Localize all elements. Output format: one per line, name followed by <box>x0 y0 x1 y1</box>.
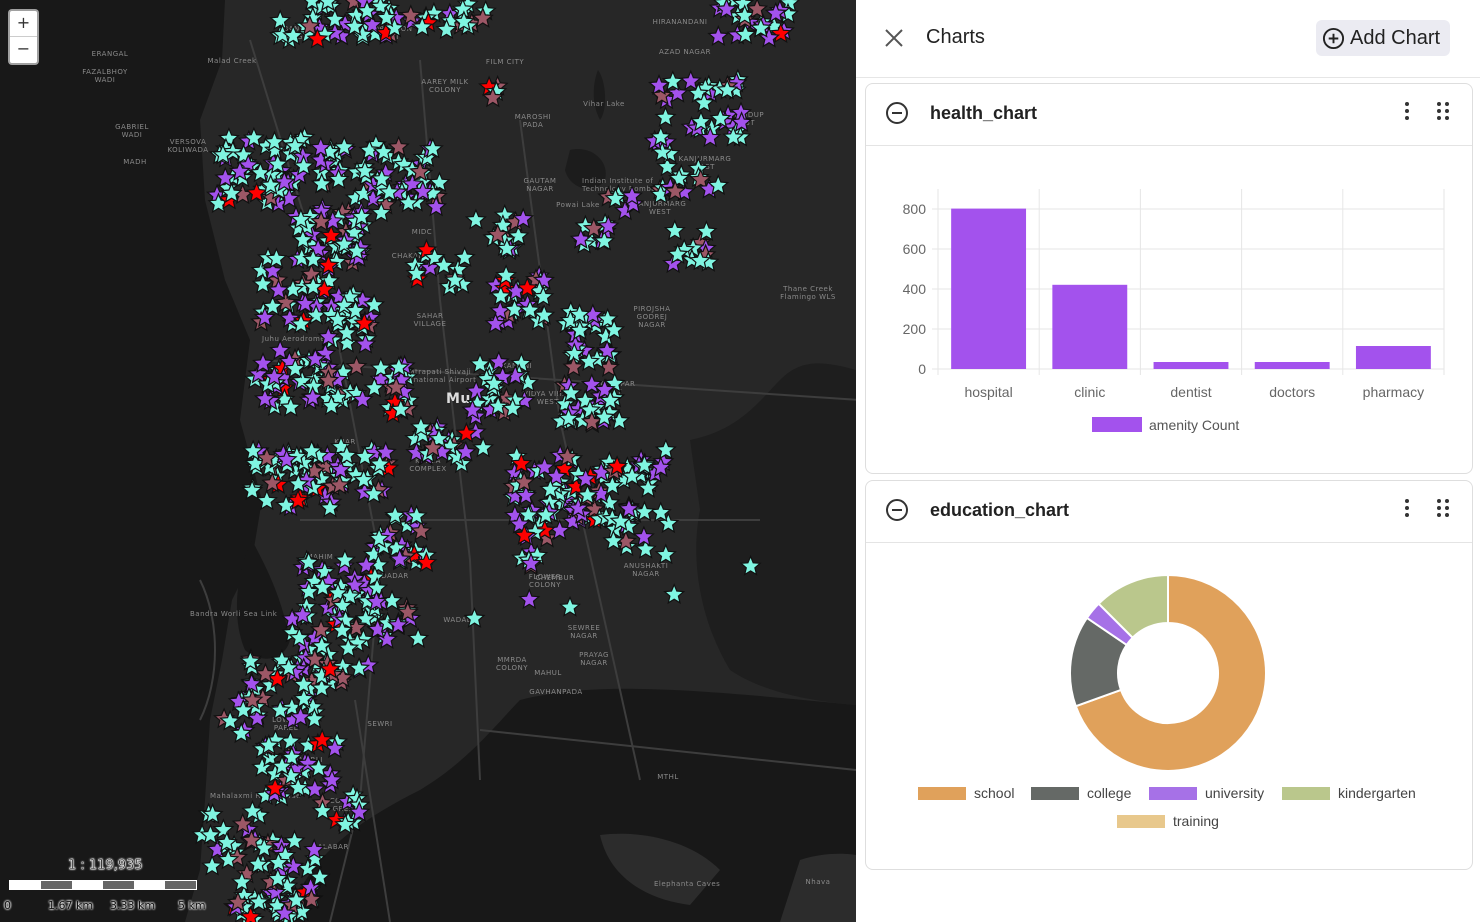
minus-circle-icon[interactable] <box>885 101 909 125</box>
chart-card-health: health_chart 0 200 400 600 800 hospital clinic… <box>865 83 1473 474</box>
teal-star-marker[interactable] <box>559 595 582 617</box>
bar-pharmacy <box>1355 346 1431 369</box>
scale-tick: 1.67 km <box>48 899 94 912</box>
teal-star-marker[interactable] <box>255 489 278 511</box>
x-tick-label: clinic <box>1074 384 1105 400</box>
minus-circle-icon[interactable] <box>885 498 909 522</box>
legend-label: school <box>974 785 1014 801</box>
teal-star-marker[interactable] <box>654 543 677 565</box>
teal-star-marker[interactable] <box>283 829 306 851</box>
teal-star-marker[interactable] <box>463 607 486 628</box>
card-title: health_chart <box>930 103 1038 123</box>
map-view[interactable]: BANGUR NAGARGOREGAON EASTERANGALFAZALBHO… <box>0 0 856 922</box>
teal-star-marker[interactable] <box>663 583 686 605</box>
card-title: education_chart <box>930 500 1070 520</box>
teal-star-marker[interactable] <box>739 554 762 576</box>
teal-star-marker[interactable] <box>654 106 677 127</box>
x-tick-label: hospital <box>964 384 1012 400</box>
chart-card-education: education_chart school college university k… <box>865 480 1473 870</box>
legend-swatch <box>1117 815 1165 828</box>
zoom-control: + − <box>8 9 39 65</box>
legend-swatch <box>1031 787 1079 800</box>
x-tick-label: dentist <box>1170 384 1211 400</box>
add-chart-label: Add Chart <box>1350 26 1441 49</box>
legend-label: university <box>1205 785 1264 801</box>
y-tick-label: 0 <box>918 361 926 377</box>
purple-star-marker[interactable] <box>518 588 541 610</box>
kebab-menu-icon[interactable] <box>1397 497 1417 519</box>
x-tick-label: doctors <box>1269 384 1315 400</box>
teal-star-marker[interactable] <box>217 127 240 149</box>
y-tick-label: 400 <box>903 281 927 297</box>
legend-swatch <box>918 787 966 800</box>
education-donut-chart[interactable]: school college university kindergarten train… <box>866 543 1474 869</box>
kebab-menu-icon[interactable] <box>1397 100 1417 122</box>
zoom-in-button[interactable]: + <box>10 11 37 37</box>
card-header: health_chart <box>866 84 1472 146</box>
y-tick-label: 200 <box>903 321 927 337</box>
teal-star-marker[interactable] <box>407 627 430 649</box>
legend-label: training <box>1173 813 1219 829</box>
bar-hospital <box>951 208 1027 369</box>
zoom-out-button[interactable]: − <box>10 37 37 63</box>
teal-star-marker[interactable] <box>464 208 487 230</box>
legend-label: amenity Count <box>1149 417 1239 433</box>
teal-star-marker[interactable] <box>663 219 686 241</box>
scale-ratio: 1 : 119,935 <box>68 858 143 873</box>
amenity-markers-layer[interactable] <box>0 0 856 922</box>
legend-label: kindergarten <box>1338 785 1416 801</box>
y-tick-label: 600 <box>903 241 927 257</box>
legend-swatch <box>1149 787 1197 800</box>
drag-handle-icon[interactable] <box>1433 100 1453 122</box>
add-chart-button[interactable]: Add Chart <box>1316 20 1450 56</box>
teal-star-marker[interactable] <box>654 438 677 460</box>
health-bar-chart[interactable]: 0 200 400 600 800 hospital clinic dentist doctor… <box>866 146 1474 466</box>
bar-clinic <box>1052 284 1128 369</box>
scale-tick: 0 <box>4 899 11 912</box>
scale-bar <box>9 880 197 890</box>
scale-tick: 3.33 km <box>110 899 156 912</box>
legend-swatch <box>1282 787 1330 800</box>
bar-dentist <box>1153 362 1229 369</box>
legend-label: college <box>1087 785 1132 801</box>
plus-circle-icon <box>1322 27 1345 49</box>
card-header: education_chart <box>866 481 1472 543</box>
y-tick-label: 800 <box>903 201 927 217</box>
close-icon[interactable] <box>882 26 906 50</box>
teal-star-marker[interactable] <box>279 729 302 751</box>
x-tick-label: pharmacy <box>1363 384 1424 400</box>
drag-handle-icon[interactable] <box>1433 497 1453 519</box>
panel-header: Charts Add Chart <box>856 0 1480 78</box>
bar-doctors <box>1254 362 1330 369</box>
panel-title: Charts <box>926 26 985 48</box>
teal-star-marker[interactable] <box>201 854 224 876</box>
purple-star-marker[interactable] <box>707 25 730 46</box>
legend-swatch <box>1092 417 1142 432</box>
teal-star-marker[interactable] <box>472 436 495 458</box>
scale-tick: 5 km <box>178 899 206 912</box>
charts-panel: Charts Add Chart health_chart 0 200 400 … <box>856 0 1480 922</box>
